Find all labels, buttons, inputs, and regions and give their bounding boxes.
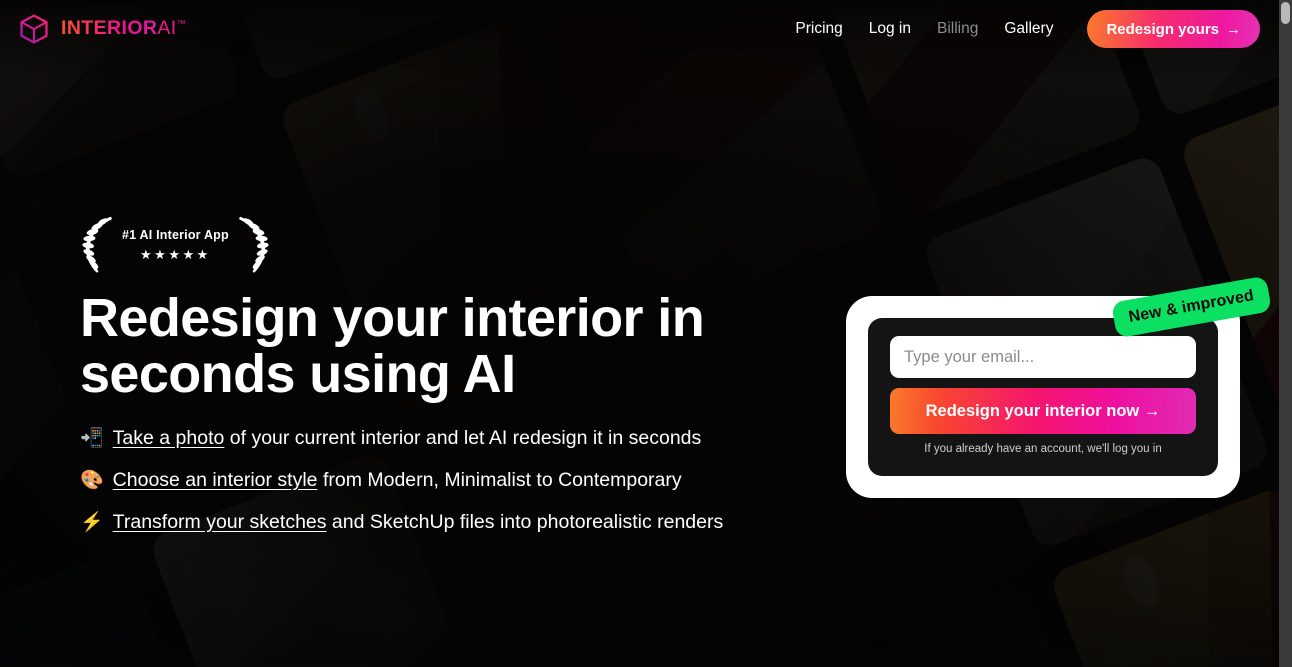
redesign-now-button[interactable]: Redesign your interior now → (890, 388, 1196, 434)
brand-trademark: ™ (176, 18, 187, 29)
arrow-right-icon: → (1226, 20, 1241, 38)
list-item: 🎨 Choose an interior style from Modern, M… (80, 468, 840, 494)
arrow-right-icon: → (1143, 401, 1161, 420)
laurel-wreath-right-icon (235, 214, 271, 276)
list-item-text: of your current interior and let AI rede… (224, 427, 702, 450)
page-root: INTERIORAI™ Pricing Log in Billing Galle… (0, 0, 1292, 667)
header-redesign-button[interactable]: Redesign yours → (1087, 10, 1260, 48)
take-a-photo-link[interactable]: Take a photo (113, 427, 225, 449)
brand-name-secondary: AI (157, 17, 177, 40)
cube-logo-icon (18, 13, 50, 45)
hero-feature-list: 📲 Take a photo of your current interior a… (80, 426, 840, 535)
brand-name-primary: INTERIOR (61, 17, 158, 40)
award-title: #1 AI Interior App (122, 227, 229, 242)
lightning-bolt-icon: ⚡ (80, 511, 104, 533)
page-title: Redesign your interior in seconds using … (80, 288, 705, 405)
scrollbar-thumb[interactable] (1281, 2, 1290, 24)
nav-item-login[interactable]: Log in (869, 21, 911, 37)
list-item: 📲 Take a photo of your current interior a… (80, 426, 840, 452)
nav-item-gallery[interactable]: Gallery (1004, 21, 1053, 37)
artist-palette-icon: 🎨 (80, 470, 104, 491)
signup-card-body: Redesign your interior now → If you alre… (868, 318, 1218, 476)
laurel-wreath-left-icon (80, 214, 116, 276)
award-text: #1 AI Interior App ★★★★★ (120, 229, 231, 262)
redesign-now-label: Redesign your interior now (925, 401, 1140, 420)
site-header: INTERIORAI™ Pricing Log in Billing Galle… (0, 0, 1292, 58)
list-item-text: and SketchUp files into photorealistic r… (326, 510, 724, 533)
brand-logo[interactable]: INTERIORAI™ (18, 13, 186, 45)
list-item-text: from Modern, Minimalist to Contemporary (317, 469, 682, 491)
mobile-phone-icon: 📲 (80, 428, 104, 450)
hero-section: #1 AI Interior App ★★★★★ Redesign your i… (80, 214, 840, 535)
award-badge: #1 AI Interior App ★★★★★ (80, 214, 840, 276)
header-redesign-label: Redesign yours (1106, 20, 1219, 38)
email-field[interactable] (890, 336, 1196, 378)
signup-helper-text: If you already have an account, we'll lo… (924, 443, 1162, 455)
vertical-scrollbar[interactable] (1279, 0, 1292, 667)
list-item: ⚡ Transform your sketches and SketchUp fi… (80, 510, 840, 536)
main-navigation: Pricing Log in Billing Gallery Redesign … (795, 10, 1260, 48)
choose-style-link[interactable]: Choose an interior style (113, 469, 318, 491)
award-star-rating: ★★★★★ (140, 247, 211, 263)
nav-item-pricing[interactable]: Pricing (795, 21, 842, 37)
transform-sketches-link[interactable]: Transform your sketches (113, 511, 327, 533)
nav-item-billing[interactable]: Billing (937, 21, 978, 37)
brand-wordmark: INTERIORAI™ (61, 19, 186, 39)
